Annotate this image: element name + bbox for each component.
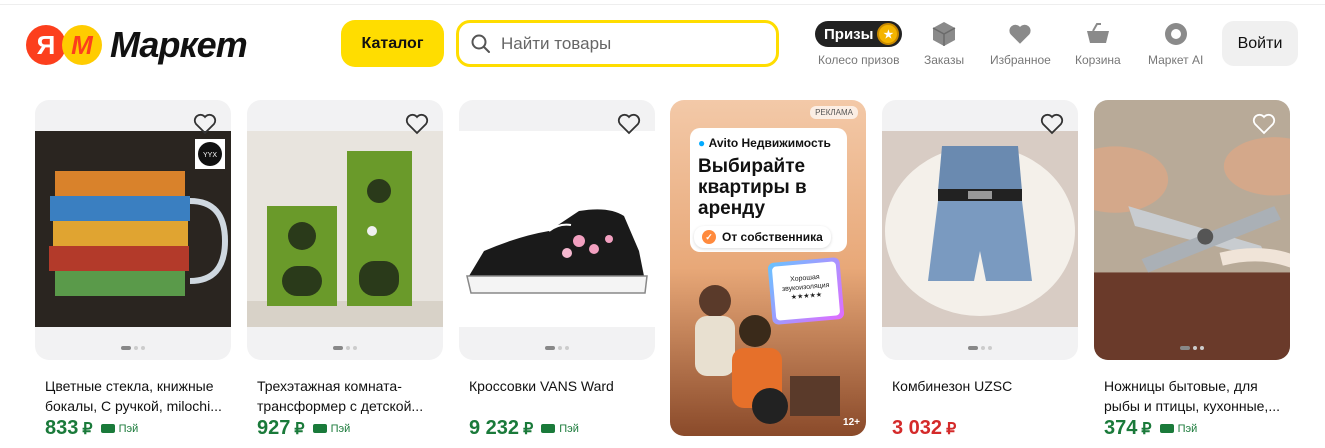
logo-wordmark: Маркет xyxy=(110,24,248,65)
nav-market-ai[interactable]: Маркет AI xyxy=(1148,21,1203,67)
carousel-dots xyxy=(121,346,145,350)
price-value: 3 032 xyxy=(892,417,943,439)
cart-icon xyxy=(1086,23,1109,43)
prizes-badge: Призы ★ xyxy=(815,21,903,47)
favorite-heart-icon[interactable] xyxy=(405,113,429,135)
svg-text:YYX: YYX xyxy=(203,152,217,159)
product-card[interactable]: YYX Цветные стекла, книжные бокалы, С ру… xyxy=(35,100,231,440)
price-value: 9 232 xyxy=(469,417,520,439)
product-title[interactable]: Трехэтажная комната-трансформер с детско… xyxy=(257,376,443,416)
currency-symbol: ₽ xyxy=(294,420,305,438)
pay-card-icon xyxy=(312,424,327,433)
product-card[interactable]: Кроссовки VANS Ward 9 232 ₽ Пэй xyxy=(459,100,655,440)
nav-cart[interactable]: Корзина xyxy=(1075,21,1121,67)
search-icon xyxy=(471,34,490,53)
currency-symbol: ₽ xyxy=(946,420,957,438)
currency-symbol: ₽ xyxy=(523,420,534,438)
currency-symbol: ₽ xyxy=(1141,420,1152,438)
denim-romper-image xyxy=(882,131,1078,327)
product-price: 833 ₽ Пэй xyxy=(45,417,231,440)
price-value: 927 xyxy=(257,417,291,439)
login-button[interactable]: Войти xyxy=(1222,21,1298,66)
product-price: 374 ₽ Пэй xyxy=(1104,417,1290,440)
nav-cart-label: Корзина xyxy=(1075,53,1121,67)
heart-icon xyxy=(1009,24,1031,44)
catalog-button[interactable]: Каталог xyxy=(341,20,444,67)
pay-card-icon xyxy=(541,424,556,433)
pay-card-icon xyxy=(100,424,115,433)
pay-label: Пэй xyxy=(1177,422,1198,435)
box-icon xyxy=(932,22,956,46)
search-box[interactable] xyxy=(456,20,779,67)
product-title[interactable]: Ножницы бытовые, для рыбы и птицы, кухон… xyxy=(1104,376,1290,416)
pay-label: Пэй xyxy=(559,422,579,435)
check-icon: ✓ xyxy=(702,230,716,244)
ad-banner[interactable]: РЕКЛАМА ● Avito Недвижимость Выбирайте к… xyxy=(670,100,866,436)
glass-mug-image: YYX xyxy=(35,131,231,327)
product-price: 3 032 ₽ xyxy=(892,417,1078,440)
ad-pill-label: От собственника xyxy=(722,230,823,244)
currency-symbol: ₽ xyxy=(82,420,93,438)
nav-orders-label: Заказы xyxy=(924,53,965,67)
header: Я М Маркет Каталог Призы ★ Колесо призов… xyxy=(0,5,1325,90)
scissors-image xyxy=(1094,100,1290,360)
product-card[interactable]: Комбинезон UZSC 3 032 ₽ xyxy=(882,100,1078,440)
favorite-heart-icon[interactable] xyxy=(193,113,217,135)
product-title[interactable]: Кроссовки VANS Ward xyxy=(469,376,655,416)
sneaker-image xyxy=(459,131,655,327)
ad-tag: РЕКЛАМА xyxy=(810,106,858,119)
product-photo[interactable] xyxy=(882,100,1078,360)
ya-logo-icon: Я xyxy=(26,25,66,65)
ai-icon xyxy=(1164,23,1187,45)
price-value: 833 xyxy=(45,417,79,439)
pay-label: Пэй xyxy=(330,422,351,435)
age-rating: 12+ xyxy=(843,417,860,428)
product-title[interactable]: Комбинезон UZSC xyxy=(892,376,1078,416)
carousel-dots xyxy=(1180,346,1204,350)
search-input[interactable] xyxy=(501,33,761,54)
product-photo[interactable] xyxy=(247,100,443,360)
nav-favorites[interactable]: Избранное xyxy=(990,21,1051,67)
coin-icon: ★ xyxy=(877,23,900,45)
product-card[interactable]: Ножницы бытовые, для рыбы и птицы, кухон… xyxy=(1094,100,1290,440)
carousel-dots xyxy=(545,346,569,350)
m-logo-icon: М xyxy=(62,25,102,65)
pay-label: Пэй xyxy=(118,422,139,435)
favorite-heart-icon[interactable] xyxy=(1040,113,1064,135)
nav-favorites-label: Избранное xyxy=(990,53,1051,67)
nav-ai-label: Маркет AI xyxy=(1148,53,1204,67)
market-logo[interactable]: Я М Маркет xyxy=(26,24,248,66)
nav-orders[interactable]: Заказы xyxy=(924,21,964,67)
ad-brand: ● Avito Недвижимость xyxy=(698,136,831,150)
carousel-dots xyxy=(333,346,357,350)
price-value: 374 xyxy=(1104,417,1138,439)
ad-pill: ✓ От собственника xyxy=(694,226,831,248)
cat-tower-image xyxy=(247,131,443,327)
product-title[interactable]: Цветные стекла, книжные бокалы, С ручкой… xyxy=(45,376,231,416)
product-photo[interactable]: YYX xyxy=(35,100,231,360)
nav-prizes-label: Колесо призов xyxy=(817,53,900,67)
product-photo[interactable] xyxy=(1094,100,1290,360)
ad-headline: Выбирайте квартиры в аренду xyxy=(698,156,807,219)
pay-card-icon xyxy=(1159,424,1174,433)
prizes-label: Призы xyxy=(824,25,874,43)
product-photo[interactable] xyxy=(459,100,655,360)
product-card[interactable]: Трехэтажная комната-трансформер с детско… xyxy=(247,100,443,440)
favorite-heart-icon[interactable] xyxy=(1252,113,1276,135)
product-price: 9 232 ₽ Пэй xyxy=(469,417,655,440)
nav-prizes[interactable]: Призы ★ Колесо призов xyxy=(815,21,903,67)
carousel-dots xyxy=(968,346,992,350)
favorite-heart-icon[interactable] xyxy=(617,113,641,135)
product-price: 927 ₽ Пэй xyxy=(257,417,443,440)
ad-rating-card: Хорошая звукоизоляция ★★★★★ xyxy=(767,256,845,326)
